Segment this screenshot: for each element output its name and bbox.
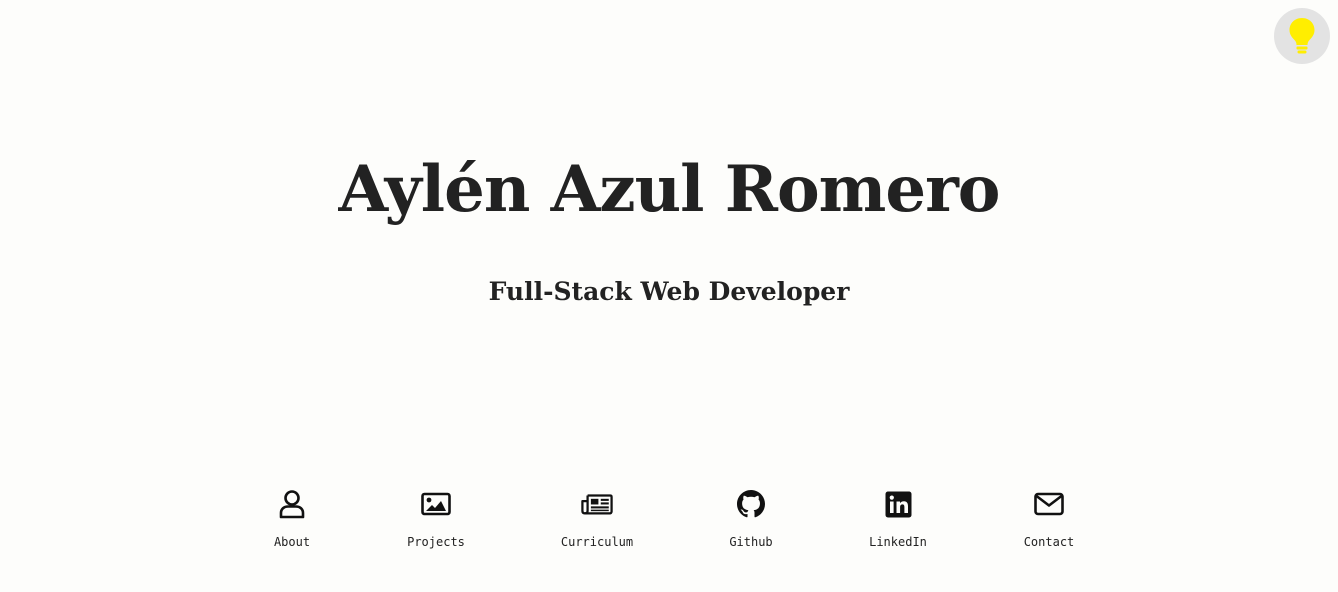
theme-toggle-button[interactable] <box>1274 8 1330 64</box>
user-icon <box>279 490 305 519</box>
nav-label-linkedin: LinkedIn <box>869 535 927 549</box>
nav-item-contact[interactable]: Contact <box>989 484 1109 550</box>
lightbulb-icon <box>1289 18 1315 54</box>
nav-item-linkedin[interactable]: LinkedIn <box>838 484 958 550</box>
nav-item-projects[interactable]: Projects <box>376 484 496 550</box>
linkedin-icon <box>885 491 911 517</box>
github-icon <box>737 490 765 518</box>
nav-label-about: About <box>273 535 311 549</box>
main-nav: About Projects Curriculum Github LinkedI… <box>0 484 1338 564</box>
nav-label-github: Github <box>729 535 773 549</box>
job-title: Full-Stack Web Developer <box>488 277 850 306</box>
envelope-icon <box>1034 492 1064 516</box>
newspaper-icon <box>581 494 613 515</box>
nav-item-curriculum[interactable]: Curriculum <box>537 484 657 550</box>
nav-item-github[interactable]: Github <box>691 484 811 550</box>
page-title: Aylén Azul Romero <box>338 152 1001 227</box>
nav-label-projects: Projects <box>407 535 465 549</box>
image-icon <box>421 492 451 516</box>
nav-label-contact: Contact <box>1023 535 1075 549</box>
nav-item-about[interactable]: About <box>232 484 352 550</box>
nav-label-curriculum: Curriculum <box>560 535 634 549</box>
